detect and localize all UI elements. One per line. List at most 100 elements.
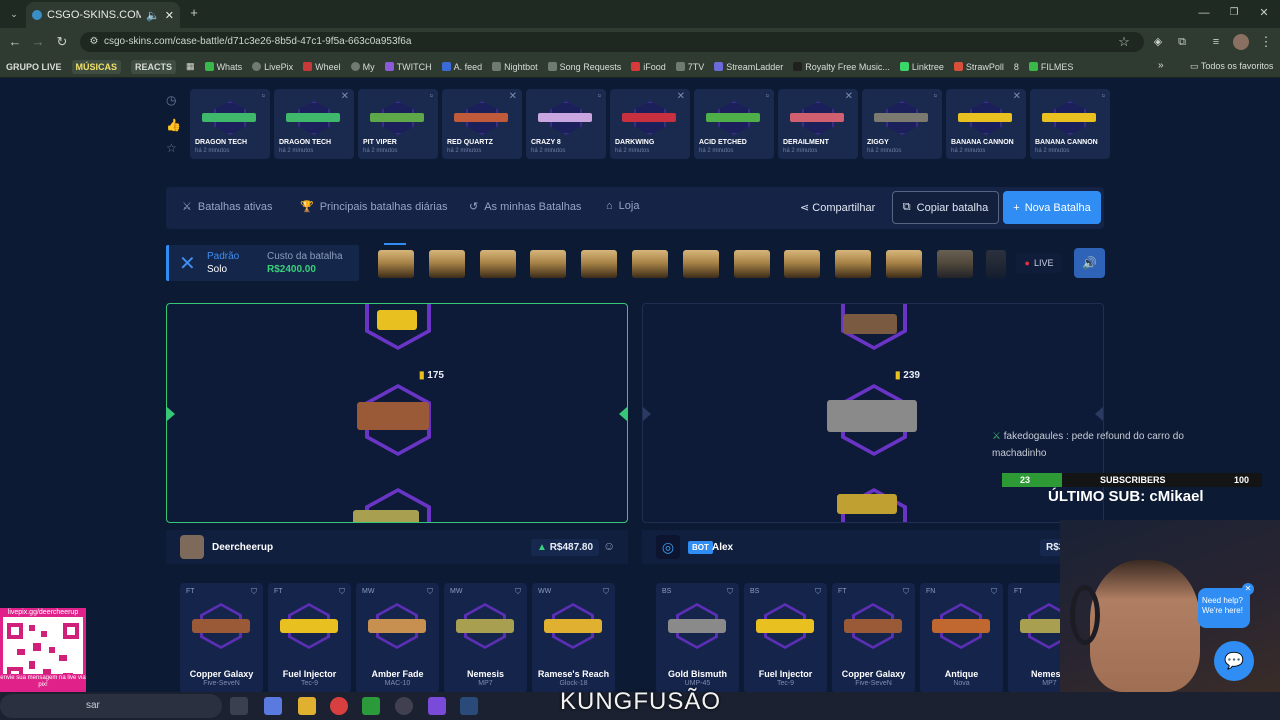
chrome-icon[interactable]	[330, 697, 348, 715]
apps-grid-icon[interactable]: ▦	[186, 61, 195, 72]
case-icon[interactable]	[581, 250, 618, 278]
bookmark-item[interactable]: LivePix	[252, 62, 293, 72]
drop-card[interactable]: ▫ DRAGON TECH há 2 minutos	[190, 89, 270, 159]
bookmark-item[interactable]: GRUPO LIVE	[6, 62, 62, 72]
browser-tab[interactable]: CSGO-SKINS.COM — As m 🔈 ✕	[26, 2, 180, 28]
active-battles-link[interactable]: ⚔ Batalhas ativas	[182, 200, 272, 214]
case-icon[interactable]	[936, 250, 973, 278]
bookmark-item[interactable]: iFood	[631, 62, 666, 72]
close-icon[interactable]: ✕	[677, 91, 685, 102]
taskbar-search[interactable]: sar	[0, 694, 222, 718]
case-icon[interactable]	[378, 250, 414, 278]
share-button[interactable]: ⋖ Compartilhar	[800, 201, 875, 214]
bookmark-item[interactable]: FILMES	[1028, 62, 1073, 72]
app-icon[interactable]	[428, 697, 446, 715]
copy-battle-button[interactable]: ⧉ Copiar batalha	[892, 191, 999, 224]
case-icon[interactable]	[682, 250, 719, 278]
copilot-icon[interactable]	[264, 697, 282, 715]
minimize-icon[interactable]: —	[1194, 3, 1214, 23]
won-item-card[interactable]: FT ⛉ Copper Galaxy Five-SeveN	[832, 583, 915, 693]
reload-icon[interactable]: ↻	[52, 32, 72, 52]
shield-icon[interactable]: ⛉	[727, 587, 733, 597]
shield-icon[interactable]: ⛉	[991, 587, 997, 597]
steam-icon[interactable]	[460, 697, 478, 715]
won-item-card[interactable]: FN ⛉ Antique Nova	[920, 583, 1003, 693]
bookmark-item[interactable]: My	[350, 62, 375, 72]
tab-close-icon[interactable]: ✕	[165, 9, 174, 22]
back-icon[interactable]: ←	[5, 32, 25, 52]
close-icon[interactable]: ▫	[1101, 91, 1105, 102]
close-icon[interactable]: ▫	[765, 91, 769, 102]
my-battles-link[interactable]: ↺ As minhas Batalhas	[469, 200, 581, 214]
extension-shield-icon[interactable]: ◈	[1148, 32, 1168, 52]
won-item-card[interactable]: MW ⛉ Nemesis MP7	[444, 583, 527, 693]
shop-link[interactable]: ⌂ Loja	[606, 200, 639, 212]
case-icon[interactable]	[632, 250, 668, 278]
bookmark-item[interactable]: MÚSICAS	[71, 59, 122, 74]
shield-icon[interactable]: ⛉	[427, 587, 433, 597]
new-battle-button[interactable]: + Nova Batalha	[1003, 191, 1101, 224]
shield-icon[interactable]: ⛉	[603, 587, 609, 597]
won-item-card[interactable]: BS ⛉ Gold Bismuth UMP-45	[656, 583, 739, 693]
close-icon[interactable]: ✕	[845, 91, 853, 102]
speaker-icon[interactable]: 🔈	[146, 9, 160, 22]
bookmark-item[interactable]: Wheel	[303, 62, 341, 72]
shield-icon[interactable]: ⛉	[815, 587, 821, 597]
bookmark-star-icon[interactable]: ☆	[1114, 32, 1134, 52]
task-view-icon[interactable]	[230, 697, 248, 715]
forward-icon[interactable]: →	[28, 32, 48, 52]
case-icon[interactable]	[733, 250, 770, 278]
all-favorites[interactable]: ▭ Todos os favoritos	[1190, 61, 1273, 72]
obs-icon[interactable]	[395, 697, 413, 715]
star-icon[interactable]: ☆	[166, 141, 177, 155]
extensions-icon[interactable]: ⧉	[1172, 32, 1192, 52]
bookmark-item[interactable]: StreamLadder	[714, 62, 783, 72]
drop-card[interactable]: ▫ ACID ETCHED há 2 minutos	[694, 89, 774, 159]
bookmark-item[interactable]: TWITCH	[384, 62, 432, 72]
case-icon[interactable]	[530, 250, 567, 278]
case-icon[interactable]	[835, 250, 872, 278]
won-item-card[interactable]: FT ⛉ Copper Galaxy Five-SeveN	[180, 583, 263, 693]
close-icon[interactable]: ▫	[933, 91, 937, 102]
drop-card[interactable]: ▫ CRAZY 8 há 2 minutos	[526, 89, 606, 159]
thumbs-up-icon[interactable]: 👍	[166, 118, 181, 132]
profile-avatar[interactable]	[1233, 34, 1249, 50]
new-tab-icon[interactable]: +	[184, 3, 204, 23]
drop-card[interactable]: ✕ DERAILMENT há 2 minutos	[778, 89, 858, 159]
player-name[interactable]: Deercheerup	[212, 542, 273, 553]
won-item-card[interactable]: MW ⛉ Amber Fade MAC-10	[356, 583, 439, 693]
close-icon[interactable]: ✕	[509, 91, 517, 102]
close-icon[interactable]: ▫	[597, 91, 601, 102]
emoji-icon[interactable]: ☺	[603, 539, 615, 553]
shield-icon[interactable]: ⛉	[515, 587, 521, 597]
case-icon[interactable]	[784, 250, 821, 278]
avatar[interactable]	[180, 535, 204, 559]
sound-toggle-button[interactable]: 🔊	[1074, 248, 1105, 278]
shield-icon[interactable]: ⛉	[339, 587, 345, 597]
help-bubble[interactable]: Need help? We're here!	[1198, 588, 1250, 628]
tab-menu-icon[interactable]: ⌄	[4, 4, 24, 24]
file-explorer-icon[interactable]	[298, 697, 316, 715]
bookmark-item[interactable]: Linktree	[899, 62, 944, 72]
shield-icon[interactable]: ⛉	[903, 587, 909, 597]
close-icon[interactable]: ▫	[429, 91, 433, 102]
browser-menu-icon[interactable]: ⋮	[1256, 32, 1276, 52]
drop-card[interactable]: ✕ DRAGON TECH há 2 minutos	[274, 89, 354, 159]
drop-card[interactable]: ✕ BANANA CANNON há 2 minutos	[946, 89, 1026, 159]
url-input[interactable]: csgo-skins.com/case-battle/d71c3e26-8b5d…	[80, 32, 1144, 52]
drop-card[interactable]: ▫ PIT VIPER há 2 minutos	[358, 89, 438, 159]
close-icon[interactable]: ✕	[341, 91, 349, 102]
support-chat-button[interactable]: 💬	[1214, 641, 1254, 681]
drop-card[interactable]: ✕ DARKWING há 2 minutos	[610, 89, 690, 159]
drop-card[interactable]: ✕ RED QUARTZ há 2 minutos	[442, 89, 522, 159]
clock-icon[interactable]: ◷	[166, 93, 176, 107]
bookmark-item[interactable]: 8	[1014, 62, 1019, 72]
shield-icon[interactable]: ⛉	[251, 587, 257, 597]
more-bookmarks-icon[interactable]: »	[1158, 60, 1164, 71]
bookmark-item[interactable]: Nightbot	[492, 62, 538, 72]
restore-icon[interactable]: ❐	[1224, 3, 1244, 23]
bookmark-item[interactable]: StrawPoll	[953, 62, 1004, 72]
won-item-card[interactable]: WW ⛉ Ramese's Reach Glock-18	[532, 583, 615, 693]
top-battles-link[interactable]: 🏆 Principais batalhas diárias	[300, 200, 448, 214]
bookmark-item[interactable]: Song Requests	[547, 62, 621, 72]
